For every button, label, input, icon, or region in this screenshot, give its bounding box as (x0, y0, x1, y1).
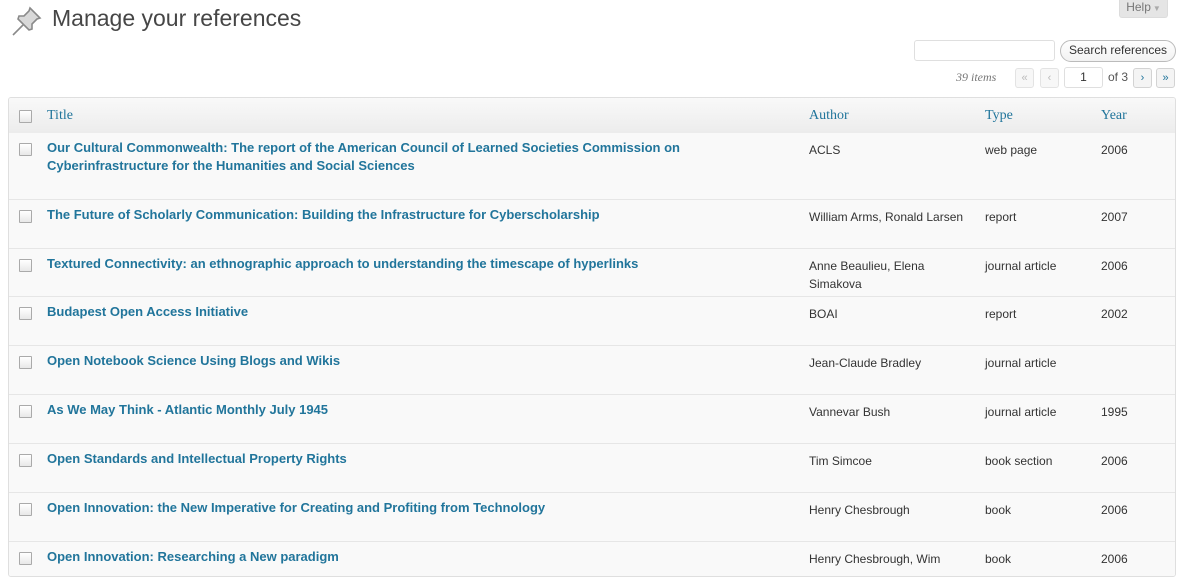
reference-year: 2006 (1101, 143, 1128, 157)
reference-title-link[interactable]: Our Cultural Commonwealth: The report of… (47, 139, 697, 175)
reference-type: book (985, 552, 1012, 566)
reference-type: web page (985, 143, 1038, 157)
references-table: Title Author Type Year Our Cultural Comm… (8, 97, 1176, 577)
reference-type: report (985, 307, 1017, 321)
current-page-input[interactable]: 1 (1064, 67, 1103, 88)
reference-year: 1995 (1101, 405, 1128, 419)
reference-type: journal article (985, 259, 1057, 273)
reference-year: 2006 (1101, 552, 1128, 566)
column-year-header[interactable]: Year (1101, 108, 1127, 124)
table-row: Open Standards and Intellectual Property… (9, 444, 1175, 493)
search-references-button[interactable]: Search references (1060, 40, 1176, 62)
reference-author: Henry Chesbrough (809, 503, 910, 517)
table-row: The Future of Scholarly Communication: B… (9, 200, 1175, 249)
row-checkbox[interactable] (19, 405, 32, 418)
row-checkbox[interactable] (19, 454, 32, 467)
reference-year: 2006 (1101, 503, 1128, 517)
column-title-header[interactable]: Title (47, 108, 73, 124)
reference-title-link[interactable]: Open Innovation: the New Imperative for … (47, 499, 697, 517)
column-type-header[interactable]: Type (985, 108, 1013, 124)
help-label: Help (1126, 0, 1151, 14)
reference-title-link[interactable]: The Future of Scholarly Communication: B… (47, 206, 697, 224)
reference-author: Tim Simcoe (809, 454, 872, 468)
row-checkbox[interactable] (19, 356, 32, 369)
prev-page-button[interactable]: ‹ (1040, 68, 1059, 88)
reference-title-link[interactable]: Open Innovation: Researching a New parad… (47, 548, 697, 566)
page-total-label: of 3 (1108, 70, 1129, 84)
reference-author: Jean-Claude Bradley (809, 356, 922, 370)
next-page-button[interactable]: › (1133, 68, 1152, 88)
chevron-down-icon: ▼ (1152, 4, 1161, 13)
reference-year: 2006 (1101, 259, 1128, 273)
reference-type: report (985, 210, 1017, 224)
row-checkbox[interactable] (19, 503, 32, 516)
table-row: Textured Connectivity: an ethnographic a… (9, 249, 1175, 297)
reference-author: BOAI (809, 307, 838, 321)
reference-type: journal article (985, 356, 1057, 370)
help-tab[interactable]: Help ▼ (1119, 0, 1168, 18)
reference-type: journal article (985, 405, 1057, 419)
reference-type: book section (985, 454, 1053, 468)
search-input[interactable] (914, 40, 1055, 61)
reference-author: Vannevar Bush (809, 405, 891, 419)
row-checkbox[interactable] (19, 307, 32, 320)
reference-title-link[interactable]: Budapest Open Access Initiative (47, 303, 697, 321)
table-row: Budapest Open Access Initiative BOAI rep… (9, 297, 1175, 346)
table-row: Our Cultural Commonwealth: The report of… (9, 133, 1175, 200)
table-header: Title Author Type Year (9, 98, 1175, 134)
reference-year: 2006 (1101, 454, 1128, 468)
reference-title-link[interactable]: Open Notebook Science Using Blogs and Wi… (47, 352, 697, 370)
row-checkbox[interactable] (19, 143, 32, 156)
table-row: Open Innovation: the New Imperative for … (9, 493, 1175, 542)
reference-author: William Arms, Ronald Larsen (809, 210, 964, 224)
first-page-button[interactable]: « (1015, 68, 1034, 88)
reference-title-link[interactable]: Open Standards and Intellectual Property… (47, 450, 697, 468)
reference-year: 2002 (1101, 307, 1128, 321)
reference-title-link[interactable]: As We May Think - Atlantic Monthly July … (47, 401, 697, 419)
reference-type: book (985, 503, 1012, 517)
reference-author: ACLS (809, 143, 841, 157)
page-title: Manage your references (52, 5, 302, 31)
row-checkbox[interactable] (19, 210, 32, 223)
table-row: Open Innovation: Researching a New parad… (9, 542, 1175, 576)
reference-year: 2007 (1101, 210, 1128, 224)
column-author-header[interactable]: Author (809, 108, 849, 124)
select-all-checkbox[interactable] (19, 110, 32, 123)
row-checkbox[interactable] (19, 259, 32, 272)
table-row: As We May Think - Atlantic Monthly July … (9, 395, 1175, 444)
reference-author: Anne Beaulieu, Elena Simakova (809, 259, 925, 291)
items-count: 39 items (956, 70, 997, 84)
pushpin-icon (12, 6, 42, 36)
row-checkbox[interactable] (19, 552, 32, 565)
reference-author: Henry Chesbrough, Wim (809, 552, 941, 566)
last-page-button[interactable]: » (1156, 68, 1175, 88)
table-row: Open Notebook Science Using Blogs and Wi… (9, 346, 1175, 395)
reference-title-link[interactable]: Textured Connectivity: an ethnographic a… (47, 255, 697, 273)
